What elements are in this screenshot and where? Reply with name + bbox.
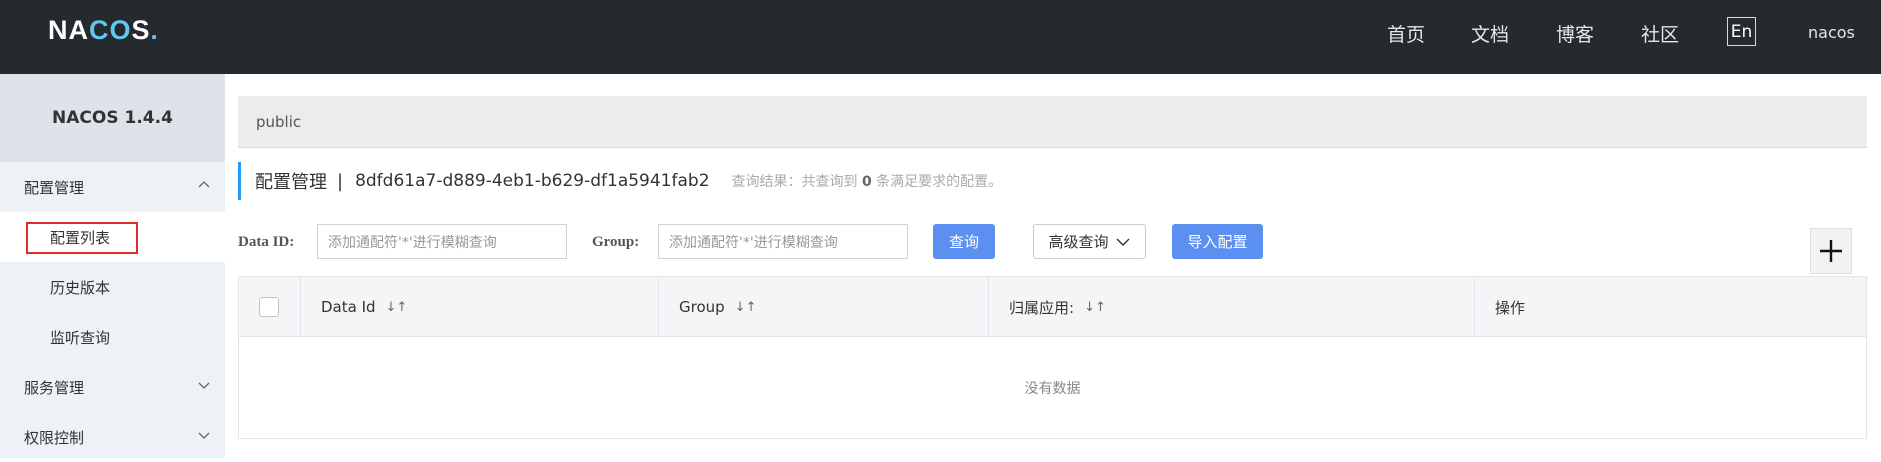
result-suffix: 条满足要求的配置。 xyxy=(876,174,1003,190)
sidebar-group-config[interactable]: 配置管理 xyxy=(0,162,225,212)
column-actions: 操作 xyxy=(1474,277,1866,337)
sidebar: NACOS 1.4.4 配置管理 配置列表 历史版本 监听查询 服务管理 权限控… xyxy=(0,74,225,458)
logo-text-left: NA xyxy=(48,14,89,45)
namespace-bar: public xyxy=(238,96,1867,148)
empty-state-text: 没有数据 xyxy=(1024,380,1081,397)
sidebar-item-history[interactable]: 历史版本 xyxy=(0,262,225,312)
nav-blog[interactable]: 博客 xyxy=(1556,20,1594,47)
namespace-id: 8dfd61a7-d889-4eb1-b629-df1a5941fab2 xyxy=(355,171,710,191)
chevron-down-icon xyxy=(1116,238,1129,246)
select-all-checkbox[interactable] xyxy=(259,297,279,317)
sort-icon[interactable]: ↓↑ xyxy=(1084,300,1106,315)
query-button[interactable]: 查询 xyxy=(933,224,995,259)
result-count: 0 xyxy=(861,174,872,190)
sidebar-item-label: 监听查询 xyxy=(50,328,111,347)
advanced-query-label: 高级查询 xyxy=(1048,233,1109,251)
chevron-up-icon xyxy=(198,181,210,188)
config-table: Data Id ↓↑ Group ↓↑ 归属应用: ↓↑ 操作 没有数据 xyxy=(238,276,1867,439)
data-id-input[interactable]: 添加通配符'*'进行模糊查询 xyxy=(317,224,567,259)
table-header: Data Id ↓↑ Group ↓↑ 归属应用: ↓↑ 操作 xyxy=(239,277,1866,337)
sidebar-group-service[interactable]: 服务管理 xyxy=(0,362,225,412)
add-config-button[interactable] xyxy=(1810,228,1852,274)
plus-icon xyxy=(1820,240,1842,262)
nav-home[interactable]: 首页 xyxy=(1387,20,1425,47)
data-id-label: Data ID: xyxy=(238,234,295,250)
chevron-down-icon xyxy=(198,382,210,389)
sort-icon[interactable]: ↓↑ xyxy=(386,300,408,315)
nav-community[interactable]: 社区 xyxy=(1641,20,1679,47)
column-data-id[interactable]: Data Id ↓↑ xyxy=(300,277,658,337)
sidebar-group-auth[interactable]: 权限控制 xyxy=(0,412,225,462)
top-navbar: NA CO S. 首页 文档 博客 社区 En nacos xyxy=(0,0,1881,74)
column-label: Group xyxy=(679,298,725,316)
column-group[interactable]: Group ↓↑ xyxy=(658,277,988,337)
sidebar-item-label: 历史版本 xyxy=(50,278,111,297)
sidebar-group-label: 配置管理 xyxy=(24,178,85,197)
sidebar-group-label: 权限控制 xyxy=(24,428,85,447)
sidebar-title: NACOS 1.4.4 xyxy=(0,74,225,162)
sidebar-group-label: 服务管理 xyxy=(24,378,85,397)
column-label: 操作 xyxy=(1495,298,1526,317)
result-prefix: 查询结果：共查询到 xyxy=(731,174,858,190)
chevron-down-icon xyxy=(198,432,210,439)
column-label: 归属应用: xyxy=(1009,298,1075,317)
column-label: Data Id xyxy=(321,298,376,316)
user-name[interactable]: nacos xyxy=(1808,23,1855,42)
language-switch-button[interactable]: En xyxy=(1727,17,1756,46)
import-config-button[interactable]: 导入配置 xyxy=(1172,224,1263,259)
sort-icon[interactable]: ↓↑ xyxy=(735,300,757,315)
advanced-query-button[interactable]: 高级查询 xyxy=(1033,224,1146,259)
group-input[interactable]: 添加通配符'*'进行模糊查询 xyxy=(658,224,908,259)
page-title: 配置管理 xyxy=(255,172,327,193)
nacos-logo[interactable]: NA CO S. xyxy=(48,14,159,46)
group-label: Group: xyxy=(592,234,640,250)
breadcrumb: 配置管理 | 8dfd61a7-d889-4eb1-b629-df1a5941f… xyxy=(238,162,1002,200)
breadcrumb-separator: | xyxy=(337,170,344,192)
column-app[interactable]: 归属应用: ↓↑ xyxy=(988,277,1474,337)
logo-text-mid: CO xyxy=(89,14,132,45)
sidebar-item-listener-query[interactable]: 监听查询 xyxy=(0,312,225,362)
highlight-annotation-box xyxy=(26,222,138,254)
main-content: public 配置管理 | 8dfd61a7-d889-4eb1-b629-df… xyxy=(225,74,1881,458)
namespace-tab-public[interactable]: public xyxy=(256,113,301,131)
nav-docs[interactable]: 文档 xyxy=(1471,20,1509,47)
logo-text-right: S xyxy=(131,14,151,45)
query-result-text: 查询结果：共查询到 0 条满足要求的配置。 xyxy=(732,171,1003,191)
logo-dot: . xyxy=(150,14,159,45)
